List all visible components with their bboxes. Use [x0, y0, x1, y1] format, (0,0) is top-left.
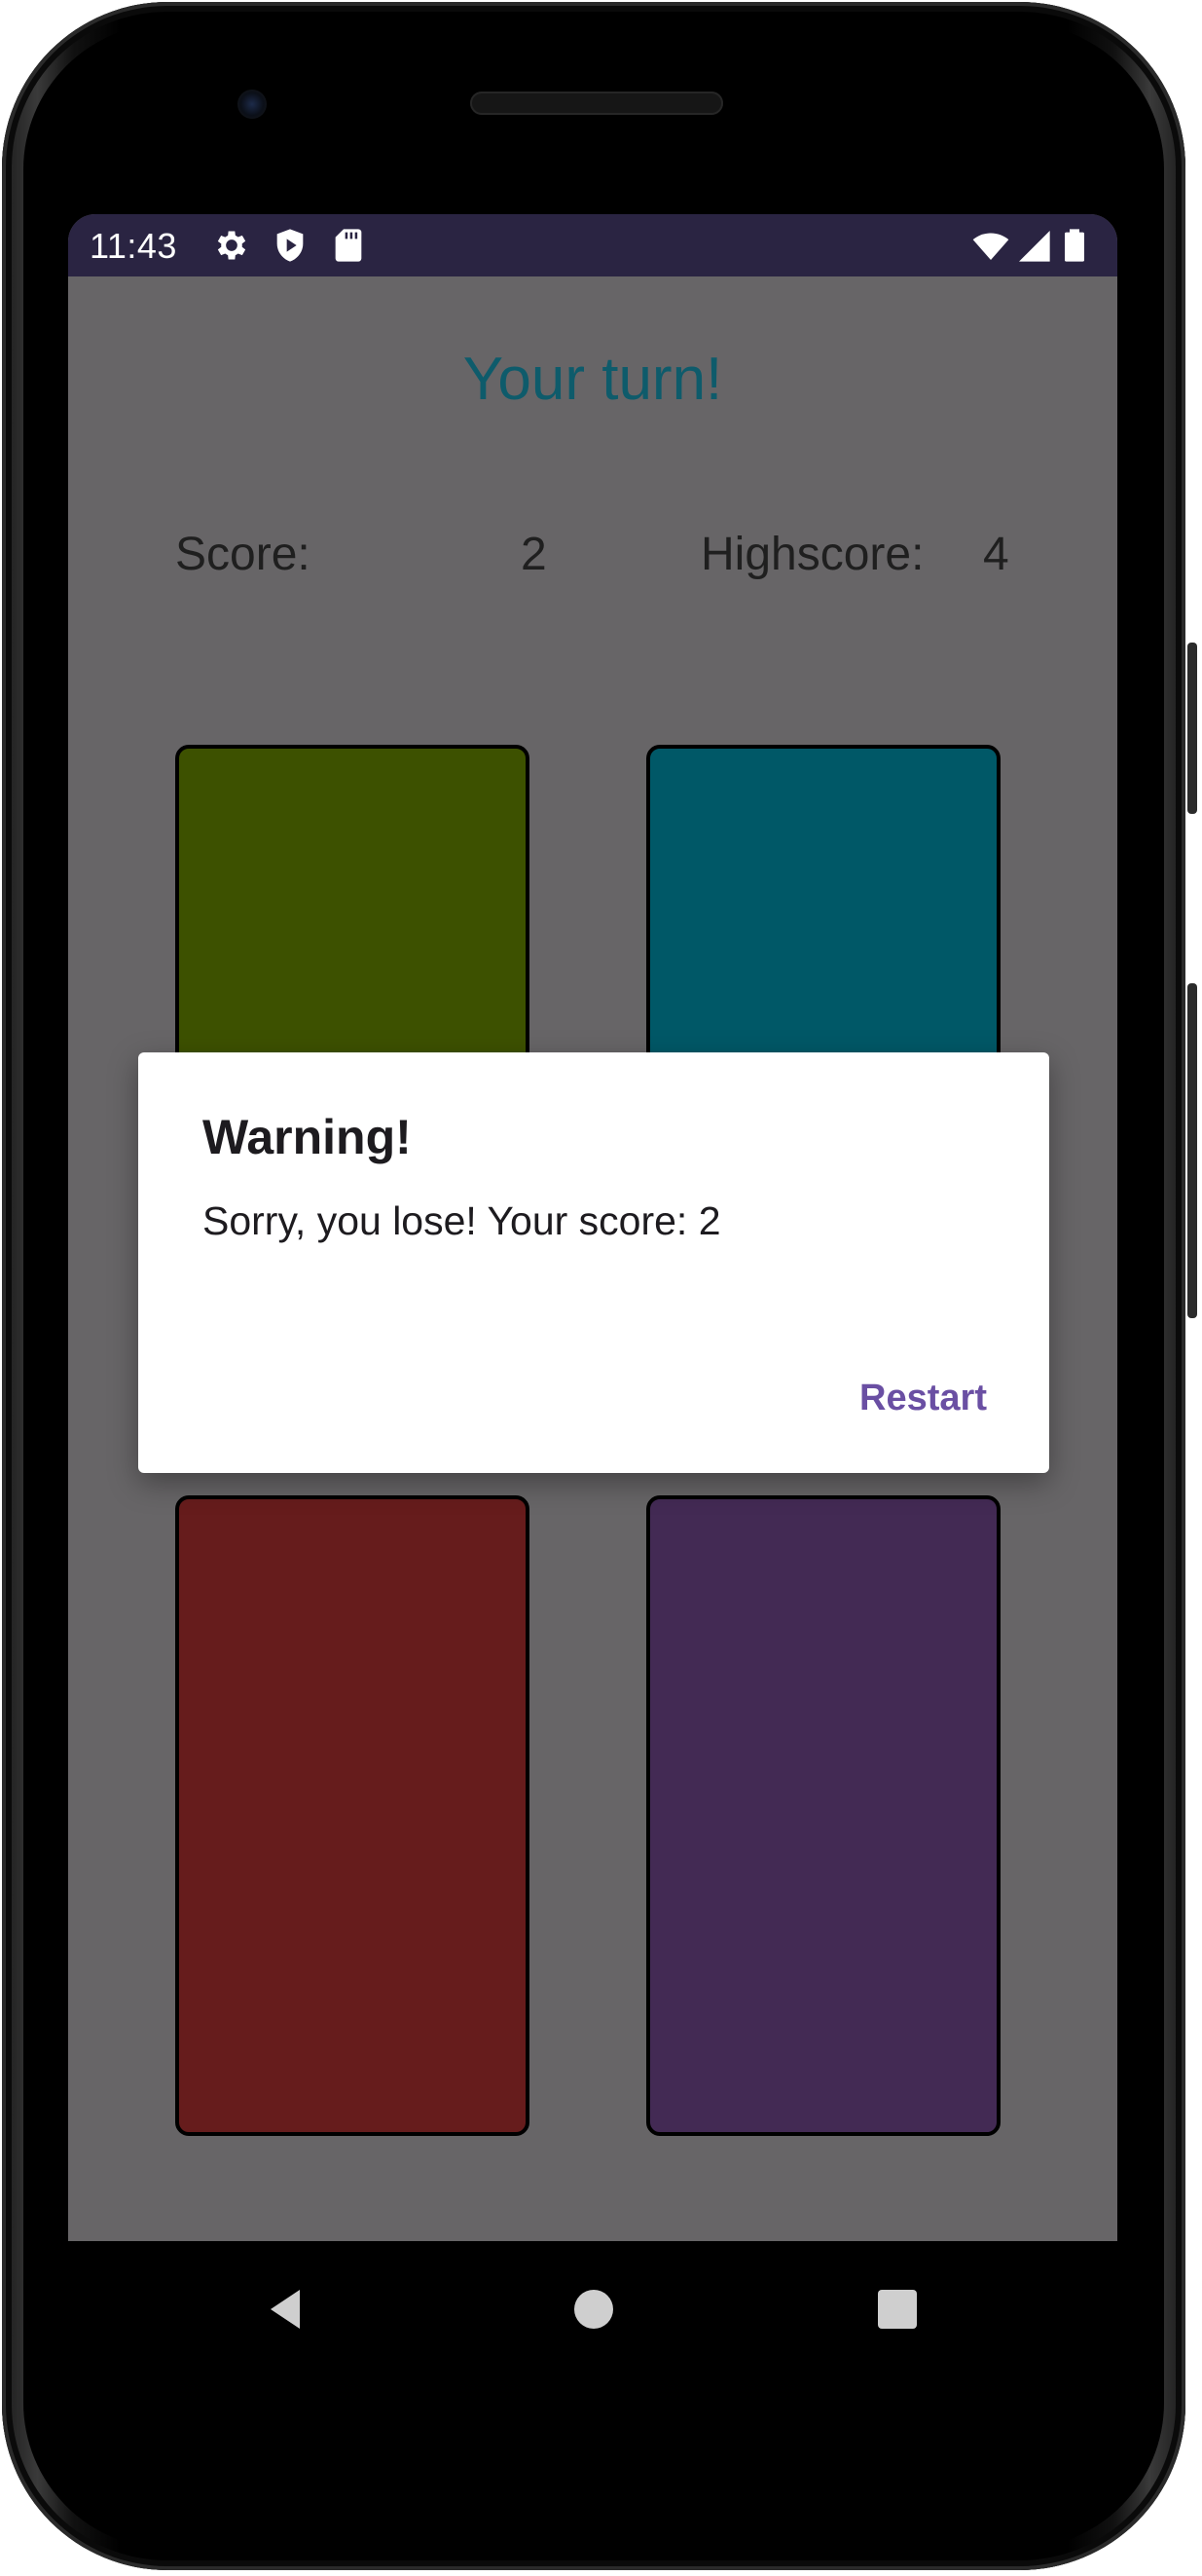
- shield-icon: [276, 229, 304, 262]
- highscore-value: 4: [983, 529, 1009, 580]
- color-tile-purple[interactable]: [646, 1495, 1001, 2136]
- status-bar: 11:43: [68, 214, 1117, 276]
- wifi-icon: [972, 233, 1009, 260]
- battery-icon: [1065, 229, 1084, 262]
- dialog-title: Warning!: [202, 1110, 412, 1164]
- earpiece-speaker: [470, 92, 723, 115]
- turn-status-title: Your turn!: [462, 346, 723, 413]
- cellular-signal-icon: [1019, 231, 1050, 262]
- lose-dialog: Warning! Sorry, you lose! Your score: 2 …: [138, 1052, 1049, 1473]
- front-camera: [237, 90, 267, 119]
- back-icon[interactable]: [263, 2286, 310, 2333]
- navigation-bar: [68, 2241, 1117, 2377]
- volume-button: [1187, 983, 1197, 1318]
- highscore-label: Highscore:: [701, 529, 925, 580]
- power-button: [1187, 643, 1197, 814]
- recents-icon[interactable]: [874, 2286, 921, 2333]
- home-icon[interactable]: [570, 2286, 617, 2333]
- color-tile-red[interactable]: [175, 1495, 529, 2136]
- sd-card-icon: [335, 229, 362, 262]
- gear-icon: [217, 231, 246, 260]
- score-value: 2: [521, 529, 547, 580]
- restart-button[interactable]: Restart: [859, 1378, 987, 1419]
- status-time: 11:43: [90, 226, 177, 266]
- dialog-message: Sorry, you lose! Your score: 2: [202, 1198, 721, 1243]
- score-label: Score:: [175, 529, 310, 580]
